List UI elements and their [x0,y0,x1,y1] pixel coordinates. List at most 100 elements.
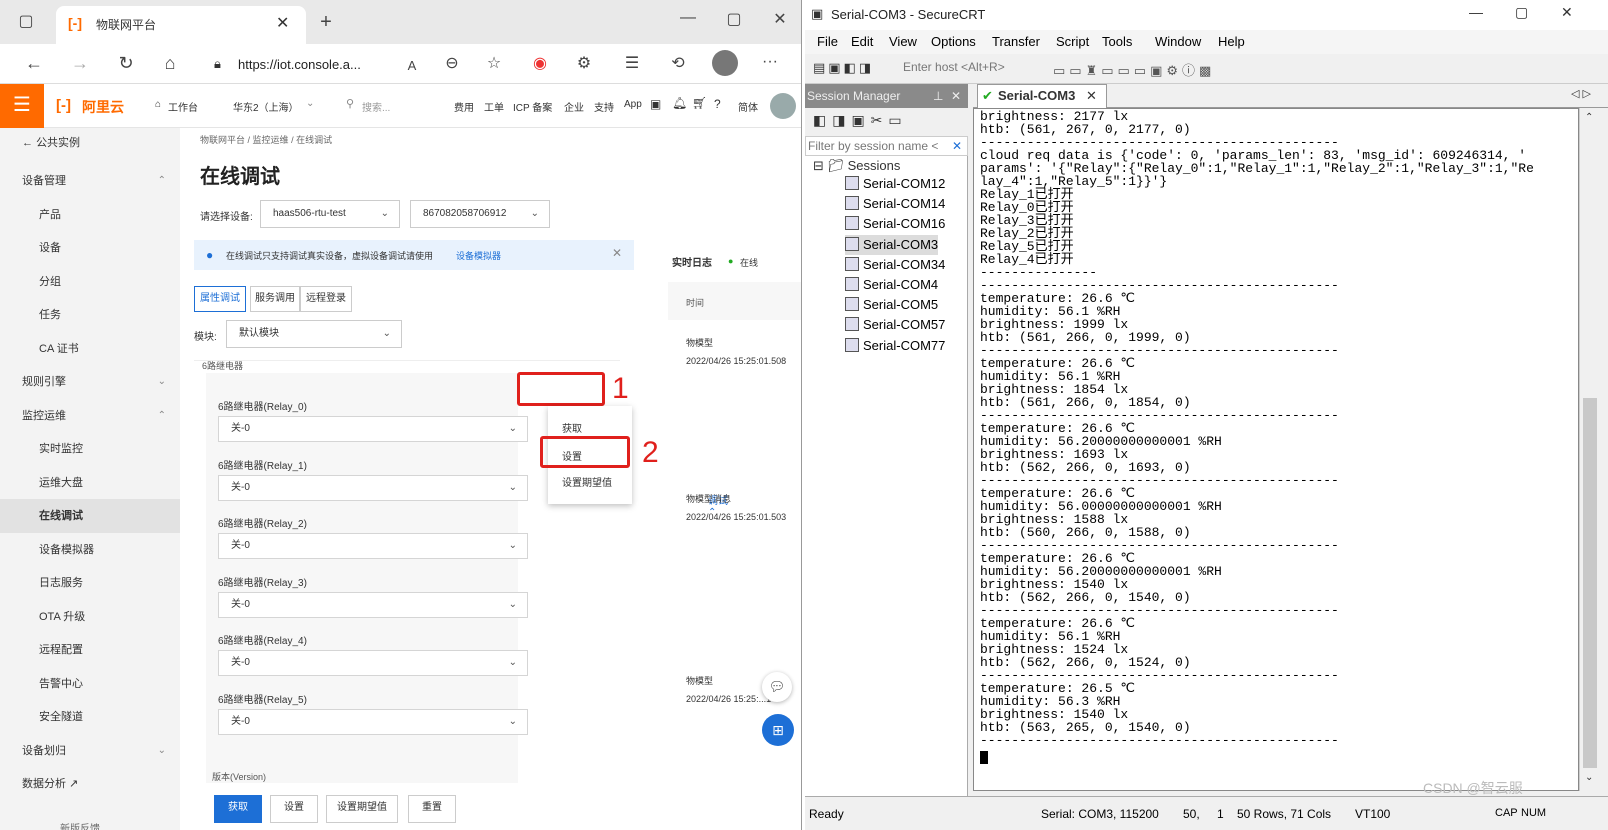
close-window-icon[interactable]: ✕ [768,10,792,30]
terminal[interactable]: brightness: 2177 lx htb: (561, 267, 0, 2… [973,108,1579,791]
menu-item[interactable]: View [889,34,917,49]
product-select[interactable]: haas506-rtu-test ⌄ [260,200,400,228]
relay-select[interactable]: 关-0 ⌄ [218,416,528,442]
host-input[interactable]: Enter host <Alt+R> [903,60,1005,74]
sidebar-item[interactable]: 规则引擎 ⌄ [0,365,180,399]
pin-icon[interactable]: ⊥ [933,84,943,108]
scrollbar[interactable] [800,364,801,754]
session-item[interactable]: Serial-COM5 [845,295,938,315]
menu-item[interactable]: Help [1218,34,1245,49]
chevron-icon[interactable]: ⌃ [158,164,166,198]
nav-icp[interactable]: ICP 备案 [513,99,552,114]
avatar[interactable] [770,93,796,119]
reset-button[interactable]: 重置 [408,795,456,823]
help-icon[interactable]: ? [714,97,721,111]
aliyun-logo[interactable]: 阿里云 [82,97,124,117]
close-window-icon[interactable]: ✕ [1561,4,1573,21]
session-item[interactable]: Serial-COM16 [845,214,945,234]
session-item[interactable]: Serial-COM12 [845,174,945,194]
screen-icon[interactable]: ▣ [650,97,661,111]
menu-item-get[interactable]: 获取 [562,420,582,435]
tab-scroll-icon[interactable]: ◁ ▷ [1571,87,1591,100]
read-aloud-icon[interactable]: A [400,56,424,76]
relay-select[interactable]: 关-0 ⌄ [218,533,528,559]
toolbar-connect-icons[interactable]: ▤▣◧◨ [813,60,874,76]
sidebar-item[interactable]: 设备划归 ⌄ [0,734,180,768]
sessions-folder[interactable]: ⊟ 📁︎ Sessions [813,156,900,176]
maximize-icon[interactable]: ▢ [722,10,746,30]
favorite-icon[interactable]: ☆ [482,54,506,74]
tab-serial-com3[interactable]: ✔ Serial-COM3 ✕ [977,84,1107,109]
relay-select[interactable]: 关-0 ⌄ [218,650,528,676]
chat-icon[interactable]: 💬︎ [762,672,792,702]
set-desired-button[interactable]: 设置期望值 [326,795,398,823]
region-select[interactable]: 华东2（上海） [233,99,299,114]
menu-item[interactable]: Script [1056,34,1089,49]
sidebar-item[interactable]: 设备模拟器 [0,533,180,567]
scroll-up-icon[interactable]: ⌃ [1585,112,1593,123]
close-panel-icon[interactable]: ✕ [951,84,961,108]
module-select[interactable]: 默认模块 ⌄ [226,320,402,348]
menu-icon[interactable]: ☰ [0,84,44,128]
sidebar-item[interactable]: 远程配置 [0,633,180,667]
menu-item[interactable]: Transfer [992,34,1040,49]
scroll-thumb[interactable] [1583,398,1597,768]
sidebar-item[interactable]: 设备 [0,231,180,265]
relay-select[interactable]: 关-0 ⌄ [218,708,528,735]
menu-item[interactable]: Tools [1102,34,1132,49]
zoom-icon[interactable]: ⊖ [440,54,464,74]
sidebar-item[interactable]: 安全隧道 [0,700,180,734]
simulator-link[interactable]: 设备模拟器 [456,249,501,262]
log-entry-time[interactable]: 2022/04/26 15:25:01.508 [686,356,786,366]
minimize-icon[interactable]: — [1469,4,1483,20]
log-entry-time[interactable]: 2022/04/26 15:25:01.503 [686,512,786,522]
log-entry-time[interactable]: 2022/04/26 15:25:...1 [686,694,771,704]
forward-icon[interactable]: → [68,53,92,73]
lang-switch[interactable]: 简体 [738,99,758,114]
relay-select[interactable]: 关-0 ⌄ [218,591,528,618]
new-tab-icon[interactable]: + [314,12,338,32]
nav-tickets[interactable]: 工单 [484,99,504,114]
session-item[interactable]: Serial-COM77 [845,336,945,356]
close-notice-icon[interactable]: ✕ [612,246,622,260]
extension-icon[interactable]: ◉ [528,54,552,74]
apps-icon[interactable]: ⊞ [762,714,794,746]
nav-enterprise[interactable]: 企业 [564,99,584,114]
search-input[interactable]: 搜索... [362,99,390,114]
refresh-icon[interactable]: ↻ [114,53,138,73]
more-menu-icon[interactable]: ··· [758,52,782,72]
chevron-icon[interactable]: ⌄ [158,365,166,399]
back-icon[interactable]: ← [22,53,46,73]
toolbar-edit-icons[interactable]: ▭▭♜▭▭▭▣⚙ⓘ▩ [1053,60,1215,79]
workbench-link[interactable]: 工作台 [168,99,198,114]
close-tab-icon[interactable]: ✕ [276,13,289,33]
menu-item-set-desired[interactable]: 设置期望值 [562,474,612,489]
session-item[interactable]: Serial-COM14 [845,194,945,214]
browser-tab[interactable]: [-] 物联网平台 ✕ [56,6,306,44]
menu-item[interactable]: Edit [851,34,873,49]
sidebar-item[interactable]: 数据分析 ↗ [0,767,180,801]
session-toolbar-icons[interactable]: ◧◨▣✂▭ [813,112,908,129]
menu-item[interactable]: Options [931,34,976,49]
relay-select[interactable]: 关-0 ⌄ [218,474,528,501]
extensions-icon[interactable]: ⚙ [572,54,596,74]
session-item[interactable]: Serial-COM4 [845,275,938,295]
chevron-icon[interactable]: ⌃ [158,399,166,433]
aliyun-logo-icon[interactable]: [-] [56,97,71,114]
sidebar-item[interactable]: 分组 [0,265,180,299]
sidebar-item[interactable]: 实时监控 [0,432,180,466]
sidebar-item[interactable]: 日志服务 [0,566,180,600]
get-button[interactable]: 获取 [214,795,262,823]
nav-support[interactable]: 支持 [594,99,614,114]
tab-remote-login[interactable]: 远程登录 [300,286,352,312]
menu-item[interactable]: File [817,34,838,49]
nav-app[interactable]: App [624,99,642,110]
profile-avatar[interactable] [712,50,738,76]
sidebar-item[interactable]: 运维大盘 [0,466,180,500]
tab-service-call[interactable]: 服务调用 [250,286,300,312]
sidebar-item[interactable]: 任务 [0,298,180,332]
sidebar-item[interactable]: 监控运维 ⌃ [0,399,180,433]
maximize-icon[interactable]: ▢ [1515,4,1528,21]
set-button[interactable]: 设置 [270,795,318,823]
menu-item[interactable]: Window [1155,34,1201,49]
